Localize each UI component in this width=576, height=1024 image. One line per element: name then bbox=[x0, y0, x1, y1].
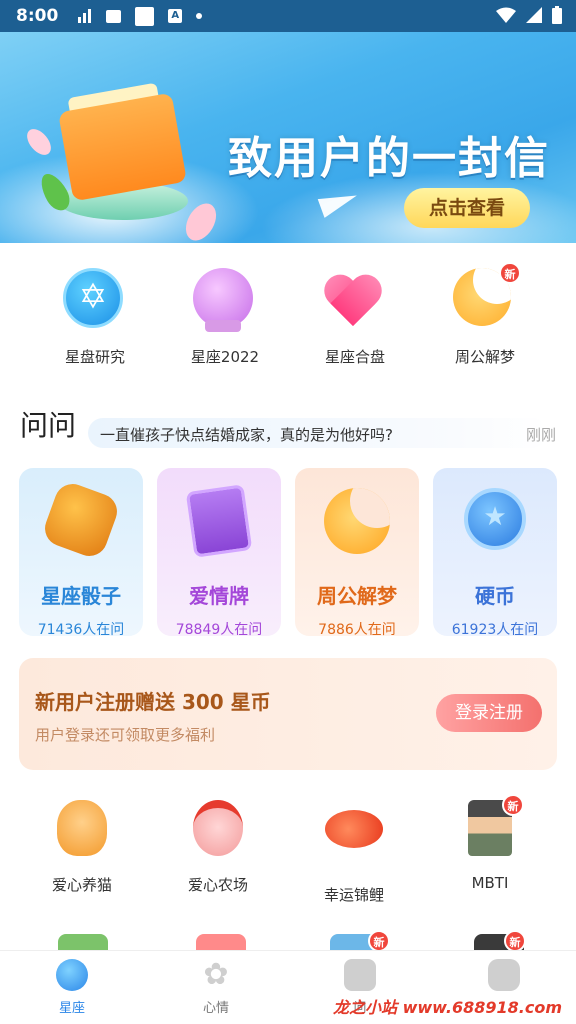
grid-item-mbti[interactable]: 新 MBTI bbox=[422, 794, 558, 905]
card-dream[interactable]: 周公解梦 7886人在问 bbox=[295, 468, 419, 638]
menu-item-star-chart[interactable]: 星盘研究 bbox=[30, 268, 160, 367]
watermark: 龙之小站 www.688918.com bbox=[333, 998, 562, 1017]
card-count: 61923人在问 bbox=[451, 622, 539, 638]
card-count: 7886人在问 bbox=[318, 622, 396, 638]
moon-icon bbox=[324, 488, 390, 554]
ask-question-time: 刚刚 bbox=[526, 426, 557, 444]
card-title: 硬币 bbox=[475, 584, 515, 608]
notification-icon bbox=[135, 6, 155, 26]
koi-icon bbox=[325, 810, 383, 848]
promo-subtitle: 用户登录还可领取更多福利 bbox=[35, 726, 216, 744]
menu-item-compatibility[interactable]: 星座合盘 bbox=[290, 268, 420, 367]
card-count: 71436人在问 bbox=[37, 622, 125, 638]
menu-item-label: 星座2022 bbox=[190, 348, 260, 366]
grid-item-farm[interactable]: 爱心农场 bbox=[150, 800, 286, 905]
signal-bars-icon bbox=[78, 9, 92, 23]
tab-label: 星座 bbox=[58, 1001, 85, 1016]
card-coin[interactable]: 硬币 61923人在问 bbox=[433, 468, 557, 638]
chat-icon bbox=[344, 959, 376, 991]
menu-item-label: 周公解梦 bbox=[454, 348, 515, 366]
tab-horoscope[interactable]: 星座 bbox=[0, 951, 144, 1024]
cell-signal-icon bbox=[526, 7, 542, 23]
grid-item-label: 爱心养猫 bbox=[51, 876, 112, 894]
grid-item-label: 幸运锦鲤 bbox=[323, 886, 384, 904]
pig-icon bbox=[193, 800, 243, 856]
flower-icon: ✿ bbox=[203, 957, 229, 992]
font-icon: A bbox=[168, 9, 183, 23]
star-chart-icon bbox=[63, 268, 123, 328]
card-title: 爱情牌 bbox=[189, 584, 249, 608]
grid-item-koi[interactable]: 幸运锦鲤 bbox=[286, 800, 422, 905]
tab-label: 心情 bbox=[202, 1001, 229, 1016]
image-icon bbox=[106, 9, 122, 23]
planet-icon bbox=[56, 959, 88, 991]
banner-view-button[interactable]: 点击查看 bbox=[404, 188, 530, 228]
dot-icon bbox=[196, 13, 203, 19]
banner[interactable]: 致用户的一封信 点击查看 bbox=[0, 32, 576, 243]
grid-item-label: MBTI bbox=[471, 874, 509, 892]
menu-item-label: 星盘研究 bbox=[64, 348, 125, 366]
cat-icon bbox=[57, 800, 107, 856]
promo-title: 新用户注册赠送 300 星币 bbox=[35, 690, 271, 714]
status-time: 8:00 bbox=[16, 6, 59, 26]
ask-question-text[interactable]: 一直催孩子快点结婚成家，真的是为他好吗? bbox=[100, 424, 393, 445]
top-menu: 星盘研究 星座2022 星座合盘 新 周公解梦 bbox=[0, 262, 576, 367]
feature-grid: 爱心养猫 爱心农场 幸运锦鲤 新 MBTI bbox=[0, 794, 576, 905]
card-title: 星座骰子 bbox=[41, 584, 121, 608]
status-bar: 8:00 A bbox=[0, 0, 576, 32]
menu-item-label: 星座合盘 bbox=[324, 348, 385, 366]
dice-icon bbox=[39, 478, 123, 562]
grid-item-cat[interactable]: 爱心养猫 bbox=[14, 800, 150, 905]
register-promo: 新用户注册赠送 300 星币 用户登录还可领取更多福利 登录注册 bbox=[19, 658, 557, 770]
new-badge: 新 bbox=[499, 262, 521, 284]
grid-item-label: 爱心农场 bbox=[187, 876, 248, 894]
wifi-icon bbox=[496, 7, 516, 23]
coin-icon bbox=[464, 488, 526, 550]
card-zodiac-dice[interactable]: 星座骰子 71436人在问 bbox=[19, 468, 143, 638]
new-badge: 新 bbox=[502, 794, 524, 816]
card-title: 周公解梦 bbox=[317, 584, 397, 608]
menu-item-horoscope-2022[interactable]: 星座2022 bbox=[160, 268, 290, 367]
card-count: 78849人在问 bbox=[175, 622, 263, 638]
ask-section-title: 问问 bbox=[20, 409, 77, 442]
new-badge: 新 bbox=[368, 930, 390, 952]
crystal-ball-icon bbox=[193, 268, 253, 332]
new-badge: 新 bbox=[504, 930, 526, 952]
face-icon bbox=[488, 959, 520, 991]
tarot-icon bbox=[185, 484, 253, 558]
login-register-button[interactable]: 登录注册 bbox=[436, 694, 542, 732]
hearts-icon bbox=[323, 268, 383, 328]
card-love-tarot[interactable]: 爱情牌 78849人在问 bbox=[157, 468, 281, 638]
tab-mood[interactable]: ✿ 心情 bbox=[144, 951, 288, 1024]
battery-icon bbox=[552, 6, 562, 24]
banner-title: 致用户的一封信 bbox=[228, 133, 550, 184]
menu-item-dream[interactable]: 新 周公解梦 bbox=[420, 262, 550, 367]
